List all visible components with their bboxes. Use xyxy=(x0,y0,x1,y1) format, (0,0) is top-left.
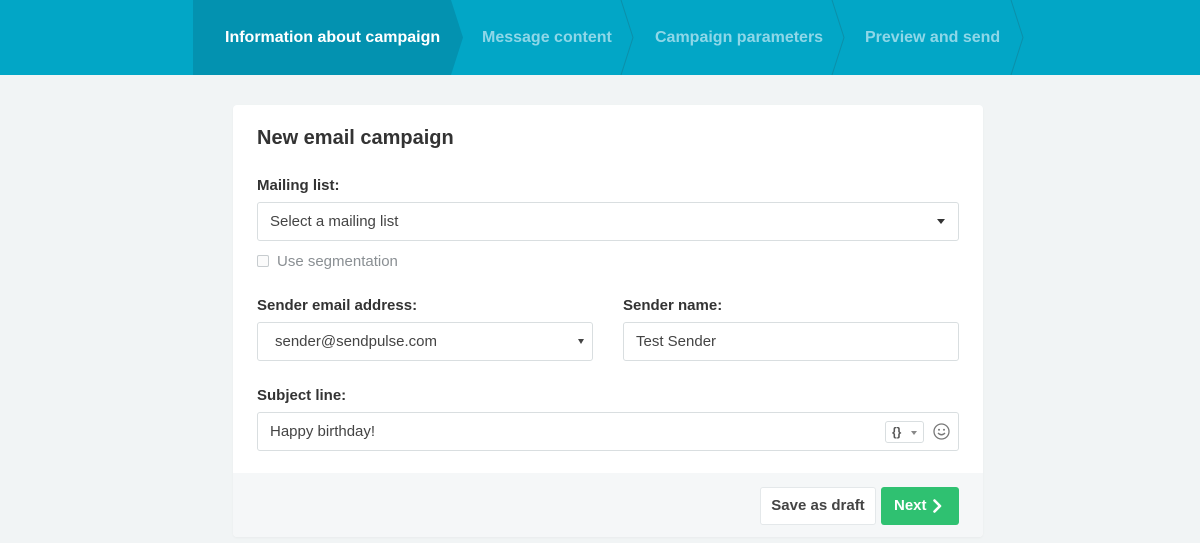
step-preview-and-send[interactable]: Preview and send xyxy=(865,0,1000,75)
chevron-right-icon xyxy=(933,499,942,513)
step-divider xyxy=(620,0,634,75)
sender-email-select[interactable]: sender@sendpulse.com xyxy=(257,322,593,361)
caret-down-icon xyxy=(937,219,945,224)
mailing-list-select[interactable]: Select a mailing list xyxy=(257,202,959,241)
subject-line-value: Happy birthday! xyxy=(270,423,376,440)
form-footer: Save as draft Next xyxy=(233,473,983,537)
mailing-list-value: Select a mailing list xyxy=(270,213,399,230)
insert-variable-button[interactable]: {} xyxy=(885,421,924,443)
next-button-label: Next xyxy=(894,497,927,514)
save-as-draft-button[interactable]: Save as draft xyxy=(760,487,876,525)
step-information[interactable]: Information about campaign xyxy=(225,0,440,75)
sender-email-label: Sender email address: xyxy=(257,297,418,314)
page-title: New email campaign xyxy=(257,127,454,149)
next-button[interactable]: Next xyxy=(881,487,959,525)
segmentation-label: Use segmentation xyxy=(277,253,398,270)
subject-line-field[interactable]: Happy birthday! {} xyxy=(257,412,959,451)
sender-name-field[interactable]: Test Sender xyxy=(623,322,959,361)
campaign-stepper: Information about campaign Message conte… xyxy=(0,0,1200,75)
caret-down-icon xyxy=(911,431,917,435)
step-campaign-parameters[interactable]: Campaign parameters xyxy=(655,0,823,75)
sender-email-value: sender@sendpulse.com xyxy=(275,333,437,350)
step-divider xyxy=(831,0,845,75)
emoji-icon[interactable] xyxy=(933,423,950,440)
step-message-content[interactable]: Message content xyxy=(482,0,612,75)
mailing-list-label: Mailing list: xyxy=(257,177,340,194)
subject-line-label: Subject line: xyxy=(257,387,347,404)
segmentation-checkbox[interactable] xyxy=(257,255,269,267)
caret-down-icon xyxy=(578,339,584,344)
sender-name-label: Sender name: xyxy=(623,297,723,314)
variables-icon: {} xyxy=(892,425,902,439)
campaign-form-card: New email campaign Mailing list: Select … xyxy=(233,105,983,537)
sender-name-value: Test Sender xyxy=(636,333,717,350)
step-divider xyxy=(1010,0,1024,75)
